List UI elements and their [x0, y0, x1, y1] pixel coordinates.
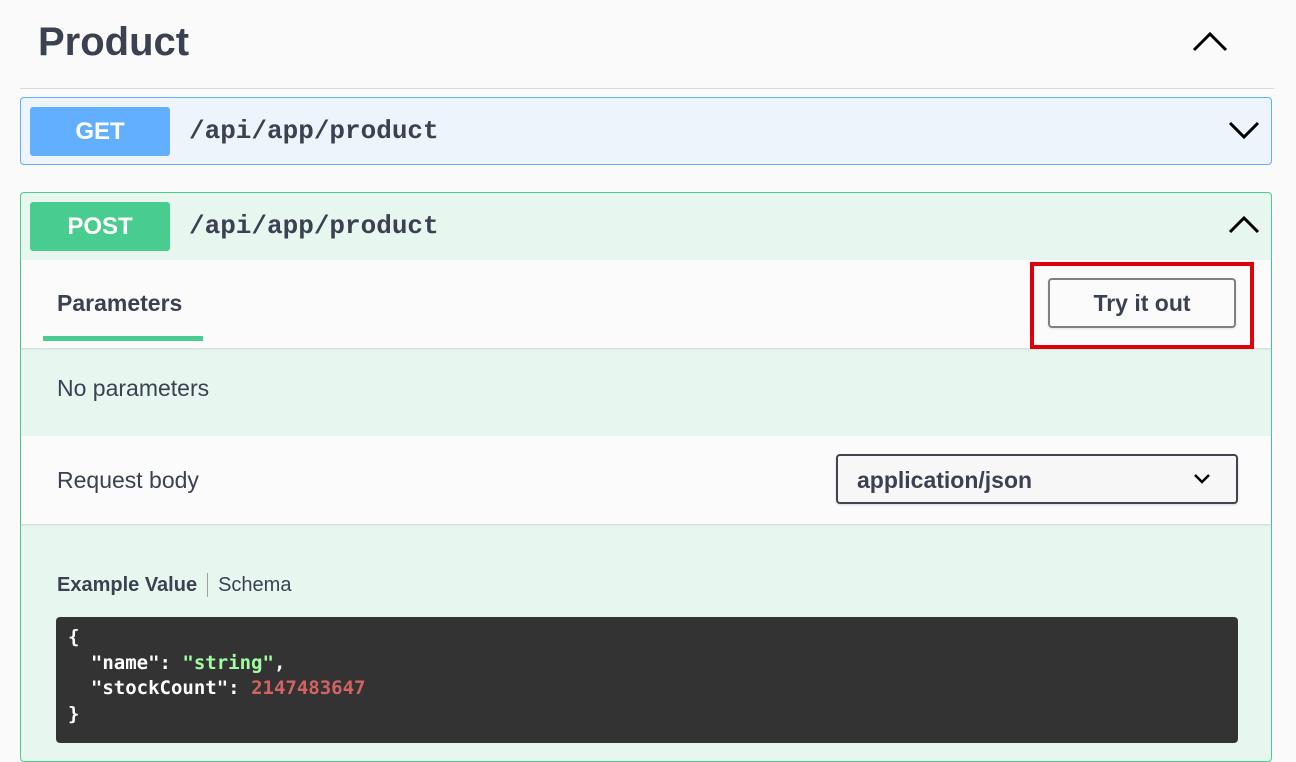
chevron-up-icon[interactable] [1190, 26, 1230, 56]
content-type-select[interactable]: application/json [836, 454, 1238, 504]
opblock-summary-post[interactable]: POST /api/app/product [21, 193, 1271, 259]
method-badge-get: GET [30, 107, 170, 156]
tag-title: Product [38, 20, 190, 64]
chevron-down-icon[interactable] [1227, 118, 1261, 142]
code-value-stockcount: 2147483647 [251, 677, 366, 699]
tab-example-value[interactable]: Example Value [57, 574, 197, 597]
highlight-box [1030, 262, 1254, 349]
endpoint-path: /api/app/product [189, 116, 439, 146]
request-body-label: Request body [57, 467, 199, 493]
opblock-post-product: POST /api/app/product Parameters Try it … [20, 192, 1272, 762]
example-code-block: { "name": "string", "stockCount": 214748… [56, 617, 1238, 743]
tag-header[interactable]: Product [20, 0, 1274, 89]
opblock-get-product: GET /api/app/product [20, 97, 1272, 165]
code-close-brace: } [68, 702, 80, 725]
code-key-name: "name" [90, 651, 160, 674]
example-tabs: Example Value Schema [57, 573, 291, 597]
request-body-section-header: Request body application/json [21, 436, 1271, 524]
tab-parameters[interactable]: Parameters [57, 290, 182, 317]
endpoint-path: /api/app/product [189, 211, 439, 241]
method-badge-post: POST [30, 202, 170, 251]
chevron-down-icon [1194, 474, 1210, 484]
code-open-brace: { [68, 626, 80, 648]
tab-schema[interactable]: Schema [218, 574, 291, 597]
no-parameters-text: No parameters [57, 375, 210, 401]
code-value-name: "string" [182, 651, 274, 674]
active-tab-indicator [43, 336, 203, 341]
content-type-value: application/json [857, 467, 1033, 493]
chevron-up-icon[interactable] [1227, 213, 1261, 237]
code-key-stockcount: "stockCount" [90, 677, 229, 699]
tab-divider [207, 573, 209, 597]
opblock-summary-get[interactable]: GET /api/app/product [21, 98, 1271, 164]
